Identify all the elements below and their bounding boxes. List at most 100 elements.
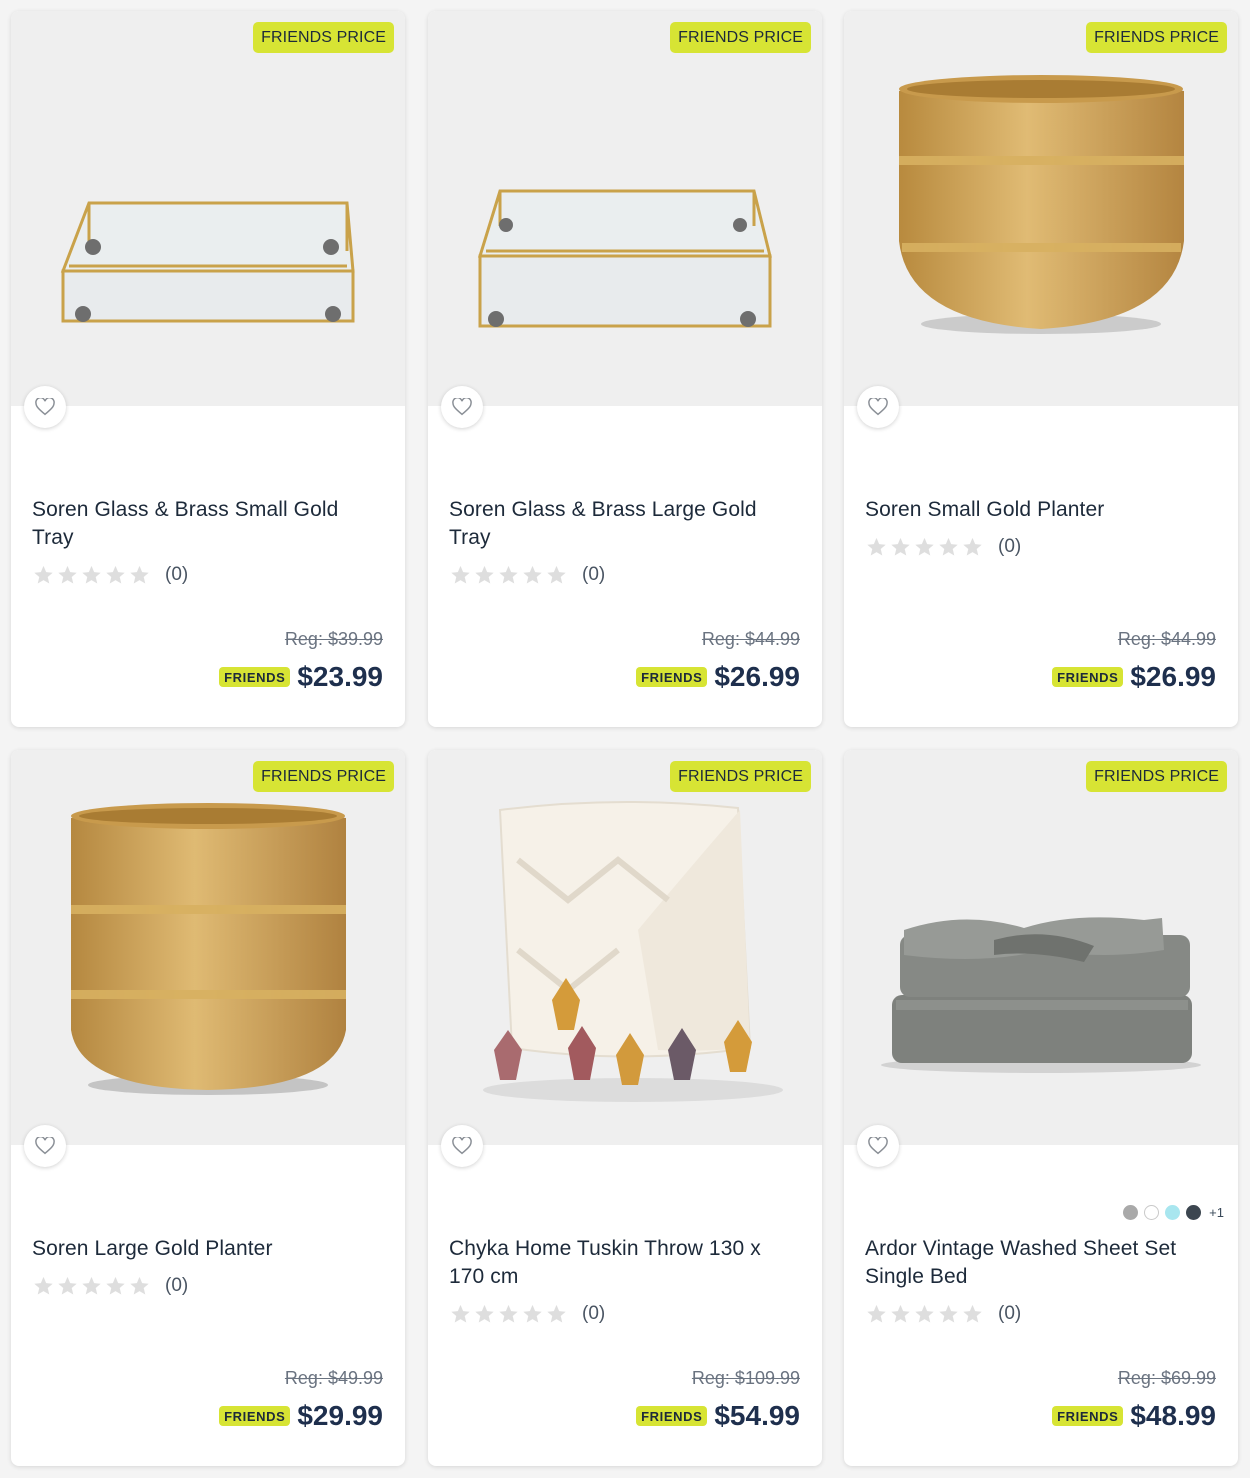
star-rating (32, 1275, 151, 1297)
star-icon (963, 1304, 982, 1323)
regular-price: Reg: $49.99 (284, 1368, 383, 1388)
star-icon (34, 1276, 53, 1295)
more-colors-count[interactable]: +1 (1209, 1205, 1224, 1220)
friends-price-badge: FRIENDS PRICE (1086, 22, 1227, 53)
product-image[interactable]: FRIENDS PRICE (844, 750, 1238, 1145)
product-image[interactable]: FRIENDS PRICE (11, 750, 405, 1145)
star-icon (523, 1304, 542, 1323)
product-card[interactable]: FRIENDS PRICE Soren Small Gold Planter (… (844, 11, 1238, 727)
friends-badge: FRIENDS (636, 1406, 708, 1426)
product-title[interactable]: Soren Large Gold Planter (32, 1235, 382, 1263)
product-image[interactable]: FRIENDS PRICE (428, 11, 822, 406)
product-card[interactable]: FRIENDS PRICE Soren Large Gold Planter (… (11, 750, 405, 1466)
regular-price: Reg: $69.99 (1117, 1368, 1216, 1388)
tray-small-image (60, 201, 355, 323)
regular-price: Reg: $39.99 (284, 629, 383, 649)
star-icon (891, 537, 910, 556)
price-row: FRIENDS $54.99 (636, 1400, 800, 1432)
star-icon (547, 565, 566, 584)
friends-price-badge: FRIENDS PRICE (253, 761, 394, 792)
product-grid: FRIENDS PRICE Soren Glass & Brass Small … (0, 0, 1250, 1478)
product-title[interactable]: Chyka Home Tuskin Throw 130 x 170 cm (449, 1235, 799, 1291)
star-icon (130, 1276, 149, 1295)
star-icon (475, 1304, 494, 1323)
product-rating[interactable]: (0) (449, 564, 605, 586)
star-rating (32, 564, 151, 586)
product-rating[interactable]: (0) (449, 1303, 605, 1325)
friends-badge: FRIENDS (1052, 1406, 1124, 1426)
product-card[interactable]: FRIENDS PRICE Soren Glass & Brass Small … (11, 11, 405, 727)
star-icon (34, 565, 53, 584)
star-rating (865, 536, 984, 558)
friends-badge: FRIENDS (219, 1406, 291, 1426)
wishlist-button[interactable] (857, 1125, 899, 1167)
product-title[interactable]: Soren Glass & Brass Small Gold Tray (32, 496, 382, 552)
product-image[interactable]: FRIENDS PRICE (844, 11, 1238, 406)
friends-badge: FRIENDS (219, 667, 291, 687)
star-icon (82, 565, 101, 584)
star-icon (82, 1276, 101, 1295)
star-rating (449, 564, 568, 586)
review-count: (0) (165, 564, 189, 585)
review-count: (0) (998, 536, 1022, 557)
friends-price: $29.99 (297, 1400, 383, 1431)
wishlist-button[interactable] (441, 1125, 483, 1167)
wishlist-button[interactable] (857, 386, 899, 428)
wishlist-button[interactable] (441, 386, 483, 428)
color-swatch[interactable] (1165, 1205, 1181, 1220)
product-rating[interactable]: (0) (865, 1303, 1021, 1325)
heart-icon (35, 398, 55, 416)
sheet-set-image (881, 917, 1201, 1073)
star-icon (891, 1304, 910, 1323)
product-rating[interactable]: (0) (32, 564, 188, 586)
product-rating[interactable]: (0) (32, 1275, 188, 1297)
star-icon (867, 1304, 886, 1323)
product-rating[interactable]: (0) (865, 536, 1021, 558)
heart-icon (452, 398, 472, 416)
star-icon (499, 565, 518, 584)
regular-price: Reg: $44.99 (1117, 629, 1216, 649)
star-icon (547, 1304, 566, 1323)
star-icon (915, 537, 934, 556)
star-icon (963, 537, 982, 556)
review-count: (0) (165, 1275, 189, 1296)
friends-price: $54.99 (714, 1400, 800, 1431)
wishlist-button[interactable] (24, 386, 66, 428)
review-count: (0) (998, 1303, 1022, 1324)
star-icon (451, 1304, 470, 1323)
price-row: FRIENDS $29.99 (219, 1400, 383, 1432)
friends-price-badge: FRIENDS PRICE (253, 22, 394, 53)
heart-icon (868, 1137, 888, 1155)
color-swatch[interactable] (1186, 1205, 1202, 1220)
star-rating (449, 1303, 568, 1325)
product-title[interactable]: Soren Small Gold Planter (865, 496, 1215, 524)
product-card[interactable]: FRIENDS PRICE Chyka Home Tuskin Throw 13… (428, 750, 822, 1466)
friends-price: $26.99 (1130, 661, 1216, 692)
friends-price-badge: FRIENDS PRICE (670, 761, 811, 792)
color-swatch[interactable] (1144, 1205, 1160, 1220)
star-rating (865, 1303, 984, 1325)
product-image[interactable]: FRIENDS PRICE (11, 11, 405, 406)
product-image[interactable]: FRIENDS PRICE (428, 750, 822, 1145)
wishlist-button[interactable] (24, 1125, 66, 1167)
product-card[interactable]: FRIENDS PRICE +1 Ardor Vintage Washed Sh… (844, 750, 1238, 1466)
friends-badge: FRIENDS (636, 667, 708, 687)
star-icon (106, 1276, 125, 1295)
price-row: FRIENDS $48.99 (1052, 1400, 1216, 1432)
color-swatch[interactable] (1123, 1205, 1139, 1220)
throw-blanket-image (483, 800, 783, 1102)
friends-badge: FRIENDS (1052, 667, 1124, 687)
tray-large-image (477, 189, 772, 328)
star-icon (58, 565, 77, 584)
star-icon (451, 565, 470, 584)
friends-price-badge: FRIENDS PRICE (670, 22, 811, 53)
planter-small-image (899, 75, 1184, 334)
product-title[interactable]: Ardor Vintage Washed Sheet Set Single Be… (865, 1235, 1215, 1291)
heart-icon (868, 398, 888, 416)
friends-price: $48.99 (1130, 1400, 1216, 1431)
friends-price: $26.99 (714, 661, 800, 692)
friends-price-badge: FRIENDS PRICE (1086, 761, 1227, 792)
product-card[interactable]: FRIENDS PRICE Soren Glass & Brass Large … (428, 11, 822, 727)
product-title[interactable]: Soren Glass & Brass Large Gold Tray (449, 496, 799, 552)
price-row: FRIENDS $26.99 (636, 661, 800, 693)
